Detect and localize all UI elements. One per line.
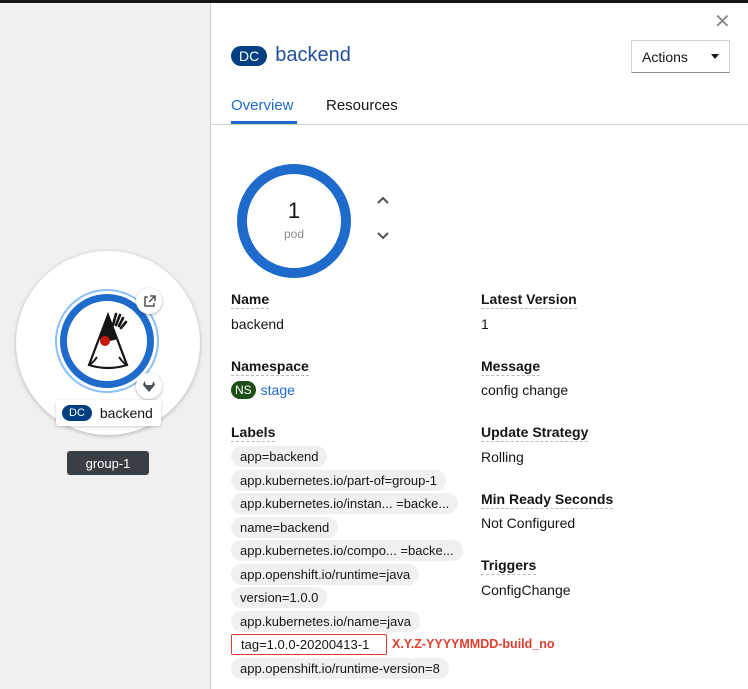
node-label[interactable]: DC backend [56, 400, 161, 426]
name-value: backend [231, 316, 284, 332]
triggers-title: Triggers [481, 557, 537, 575]
deployment-config-badge: DC [231, 45, 268, 66]
latest-version-value: 1 [481, 316, 489, 332]
label-chip[interactable]: name=backend [231, 517, 339, 538]
pod-count: 1 [287, 198, 301, 223]
update-strategy-value: Rolling [481, 449, 524, 465]
git-repo-decorator[interactable] [136, 373, 162, 399]
tag-format-annotation: X.Y.Z-YYYYMMDD-build_no [392, 637, 555, 651]
group-label[interactable]: group-1 [67, 451, 149, 475]
java-duke-icon [87, 311, 129, 370]
tab-resources[interactable]: Resources [326, 97, 398, 114]
actions-label: Actions [642, 48, 688, 65]
label-chip[interactable]: app.openshift.io/runtime=java [231, 564, 420, 585]
label-chip-highlighted[interactable]: tag=1.0.0-20200413-1 [231, 634, 387, 655]
caret-down-icon [711, 54, 719, 59]
close-icon[interactable]: ✕ [714, 9, 731, 34]
node-name: backend [99, 405, 153, 421]
namespace-value: NS stage [231, 381, 295, 399]
tabs-divider [211, 124, 748, 125]
message-title: Message [481, 358, 541, 376]
labels-title: Labels [231, 424, 276, 442]
min-ready-value: Not Configured [481, 515, 576, 531]
label-chip[interactable]: app.kubernetes.io/name=java [231, 611, 420, 632]
panel-title: DC backend [231, 44, 351, 67]
label-chip[interactable]: app.kubernetes.io/part-of=group-1 [231, 470, 446, 491]
gitlab-icon [143, 380, 155, 392]
name-title: Name [231, 291, 270, 309]
external-link-icon [143, 294, 156, 307]
label-chip[interactable]: app.kubernetes.io/instan... =backe... [231, 493, 459, 514]
namespace-badge: NS [231, 381, 256, 399]
min-ready-title: Min Ready Seconds [481, 491, 614, 509]
namespace-title: Namespace [231, 358, 309, 376]
label-chip[interactable]: app.openshift.io/runtime-version=8 [231, 658, 449, 679]
label-chip[interactable]: version=1.0.0 [231, 587, 328, 608]
label-chip[interactable]: app=backend [231, 446, 328, 467]
triggers-value: ConfigChange [481, 582, 571, 598]
actions-dropdown[interactable]: Actions [631, 40, 730, 73]
open-url-decorator[interactable] [136, 288, 162, 314]
scale-up-icon[interactable] [375, 192, 391, 208]
pod-unit: pod [283, 227, 305, 241]
deployment-config-badge: DC [62, 405, 92, 421]
latest-version-title: Latest Version [481, 291, 577, 309]
tab-overview[interactable]: Overview [231, 97, 294, 114]
resource-name-link[interactable]: backend [275, 44, 351, 67]
namespace-link[interactable]: stage [261, 382, 295, 398]
message-value: config change [481, 382, 569, 398]
label-chip[interactable]: app.kubernetes.io/compo... =backe... [231, 540, 463, 561]
scale-down-icon[interactable] [375, 228, 391, 244]
update-strategy-title: Update Strategy [481, 424, 589, 442]
